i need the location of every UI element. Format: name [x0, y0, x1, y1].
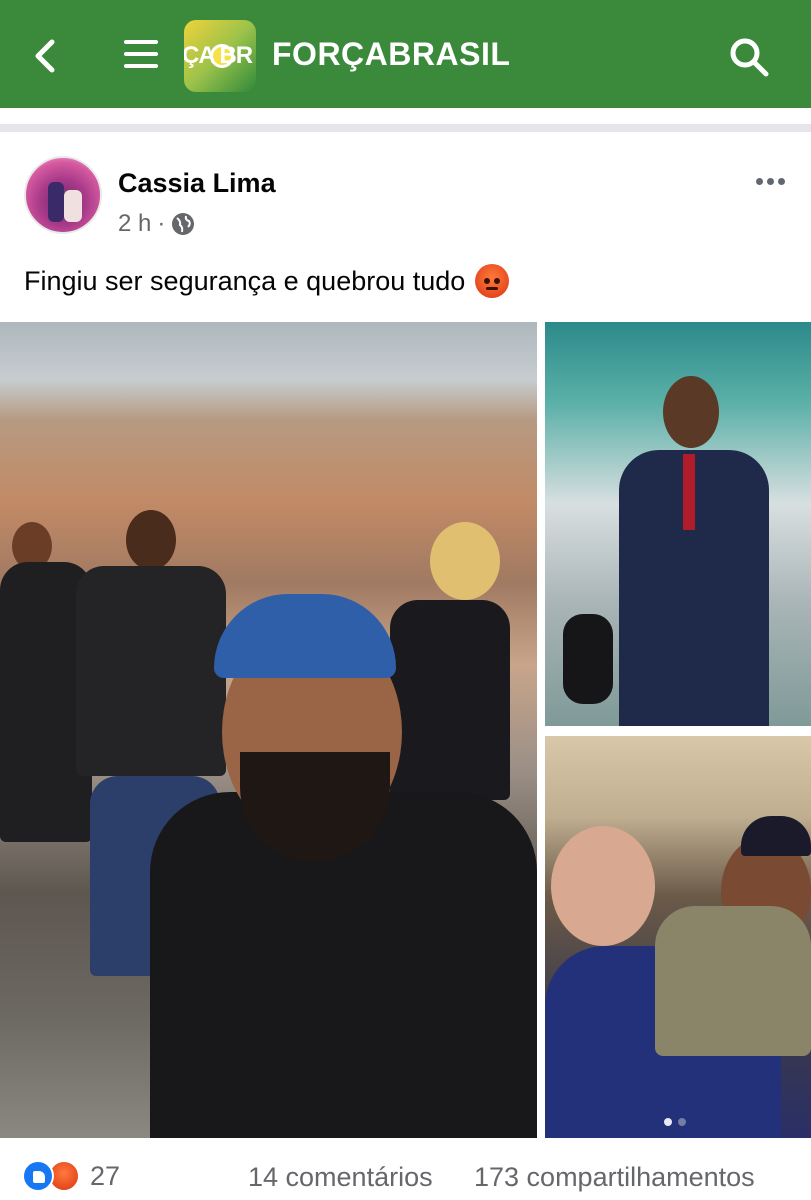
post-meta: 2 h ·: [118, 210, 195, 238]
photo-grid: [0, 322, 811, 1138]
like-reaction-icon: [22, 1160, 54, 1192]
reaction-count: 27: [90, 1160, 121, 1191]
photo-main[interactable]: [0, 322, 537, 1138]
hamburger-menu-icon[interactable]: [124, 40, 158, 72]
shares-count[interactable]: 173 compartilhamentos: [474, 1162, 755, 1193]
post-author[interactable]: Cassia Lima: [118, 168, 276, 199]
comments-count[interactable]: 14 comentários: [248, 1162, 433, 1193]
post-footer: 27 14 comentários 173 compartilhamentos: [0, 1148, 811, 1200]
carousel-dot-active: [664, 1118, 672, 1126]
reactions-summary[interactable]: 27: [22, 1160, 120, 1192]
angry-emoji-icon: [475, 264, 510, 298]
more-options-icon[interactable]: [756, 172, 790, 185]
post-caption: Fingiu ser segurança e quebrou tudo: [24, 264, 510, 298]
globe-icon: [172, 213, 195, 235]
carousel-indicator: [664, 1118, 686, 1126]
carousel-dot: [678, 1118, 686, 1126]
photo-top-right[interactable]: [545, 322, 811, 726]
meta-separator: ·: [157, 210, 166, 237]
back-arrow-icon[interactable]: [30, 38, 60, 74]
search-icon[interactable]: [728, 36, 770, 78]
logo-text: ÇA BR: [184, 42, 253, 69]
page-logo[interactable]: ÇA BR: [184, 20, 256, 92]
avatar[interactable]: [24, 156, 102, 234]
post-time[interactable]: 2 h: [118, 210, 151, 238]
post-header: Cassia Lima 2 h ·: [0, 132, 811, 252]
photo-bottom-right[interactable]: [545, 736, 811, 1138]
page-title[interactable]: FORÇABRASIL: [272, 36, 510, 73]
feed-divider: [0, 124, 811, 132]
top-app-bar: ÇA BR FORÇABRASIL: [0, 0, 811, 108]
caption-text: Fingiu ser segurança e quebrou tudo: [24, 265, 466, 296]
